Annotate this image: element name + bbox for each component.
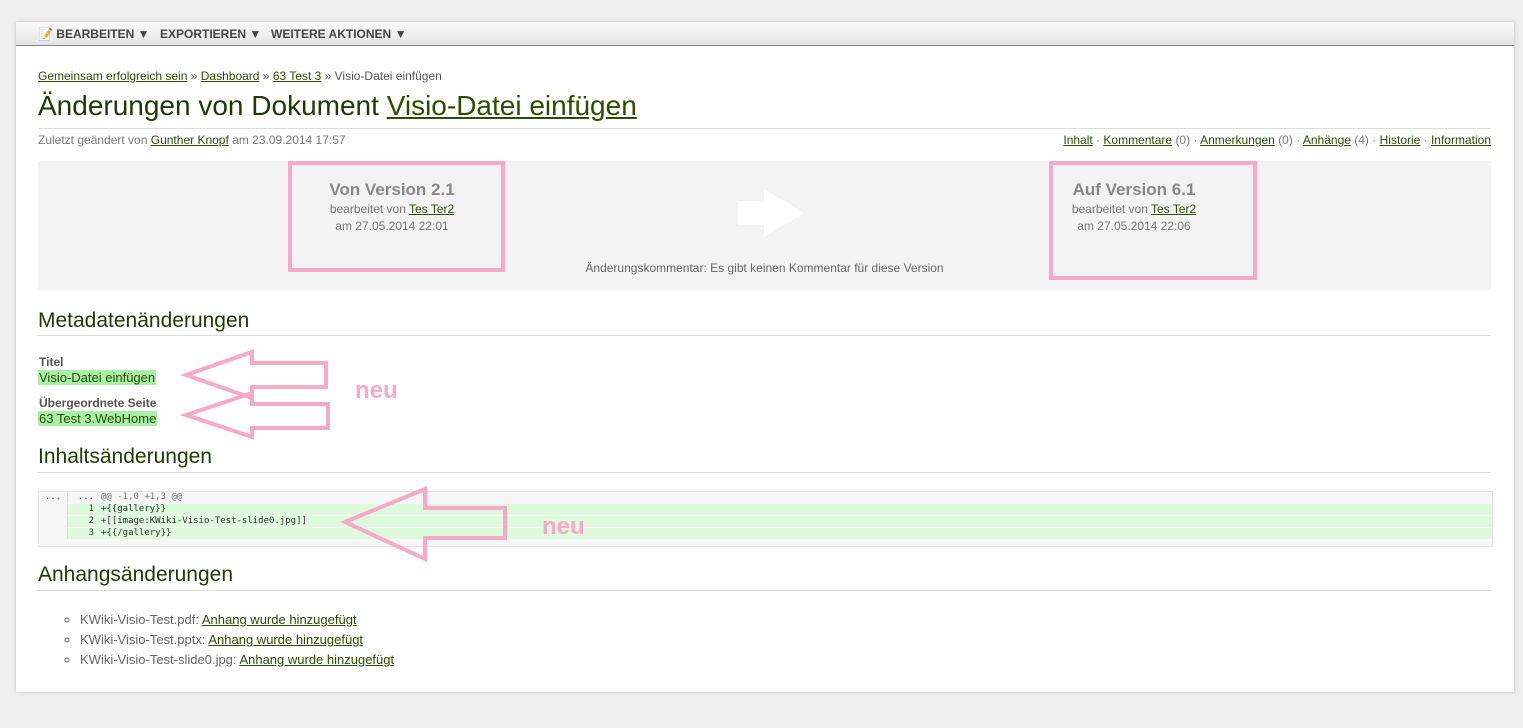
diff-row-added: 1 +{{gallery}} xyxy=(39,504,1492,515)
user-link[interactable]: Tes Ter2 xyxy=(1151,202,1196,216)
version-comparison: Von Version 2.1 bearbeitet von Tes Ter2 am… xyxy=(38,161,1491,290)
from-version: Von Version 2.1 bearbeitet von Tes Ter2 am… xyxy=(329,180,455,233)
field-value-added: 63 Test 3.WebHome xyxy=(38,411,158,426)
diff-row-added: 2 +[[image:KWiki-Visio-Test-slide0.jpg]] xyxy=(39,516,1492,527)
link-anmerkungen[interactable]: Anmerkungen xyxy=(1200,133,1275,147)
field-label: Titel xyxy=(39,355,64,369)
attachment-link[interactable]: Anhang wurde hinzugefügt xyxy=(202,612,357,627)
user-link[interactable]: Tes Ter2 xyxy=(409,202,454,216)
toolbar: 📝 BEARBEITEN ▼ EXPORTIEREN ▼ WEITERE AKT… xyxy=(16,22,1514,46)
change-comment: Änderungskommentar: Es gibt keinen Komme… xyxy=(585,261,944,275)
page-title: Änderungen von Dokument Visio-Datei einf… xyxy=(38,90,637,121)
breadcrumb-link[interactable]: Dashboard xyxy=(201,69,260,83)
edit-menu[interactable]: 📝 BEARBEITEN ▼ xyxy=(38,27,150,41)
document-links: Inhalt · Kommentare (0) · Anmerkungen (0… xyxy=(1063,133,1491,147)
annotation-label: neu xyxy=(355,377,398,404)
breadcrumb-link[interactable]: Gemeinsam erfolgreich sein xyxy=(38,69,187,83)
attachment-link[interactable]: Anhang wurde hinzugefügt xyxy=(208,632,363,647)
last-modified: Zuletzt geändert von Gunther Knopf am 23… xyxy=(38,133,346,147)
more-actions-menu[interactable]: WEITERE AKTIONEN ▼ xyxy=(271,27,406,41)
link-historie[interactable]: Historie xyxy=(1380,133,1421,147)
page-card: 📝 BEARBEITEN ▼ EXPORTIEREN ▼ WEITERE AKT… xyxy=(16,22,1514,692)
divider xyxy=(38,335,1491,336)
export-menu[interactable]: EXPORTIEREN ▼ xyxy=(160,27,261,41)
to-version: Auf Version 6.1 bearbeitet von Tes Ter2 am… xyxy=(1071,180,1197,233)
divider xyxy=(38,128,1491,129)
list-item: KWiki-Visio-Test-slide0.jpg: Anhang wurd… xyxy=(80,650,394,670)
diff-row: ...... @@ -1,0 +1,3 @@ xyxy=(39,492,1492,503)
attachment-link[interactable]: Anhang wurde hinzugefügt xyxy=(239,652,394,667)
attachments-heading: Anhangsänderungen xyxy=(38,563,234,586)
breadcrumb-link[interactable]: 63 Test 3 xyxy=(273,69,321,83)
annotation-label: neu xyxy=(542,513,585,540)
divider xyxy=(38,472,1491,473)
arrow-right-icon xyxy=(738,189,804,237)
link-inhalt[interactable]: Inhalt xyxy=(1063,133,1092,147)
attachment-list: KWiki-Visio-Test.pdf: Anhang wurde hinzu… xyxy=(58,610,394,670)
document-link[interactable]: Visio-Datei einfügen xyxy=(387,90,637,121)
link-kommentare[interactable]: Kommentare xyxy=(1103,133,1172,147)
link-anhaenge[interactable]: Anhänge xyxy=(1303,133,1351,147)
field-value-added: Visio-Datei einfügen xyxy=(38,370,157,385)
caret-down-icon: ▼ xyxy=(137,27,150,41)
field-label: Übergeordnete Seite xyxy=(39,396,157,410)
diff-row-added: 3 +{{/gallery}} xyxy=(39,528,1492,539)
pencil-icon: 📝 xyxy=(38,27,53,41)
divider xyxy=(38,590,1491,591)
link-information[interactable]: Information xyxy=(1431,133,1491,147)
caret-down-icon: ▼ xyxy=(249,27,262,41)
content-heading: Inhaltsänderungen xyxy=(38,445,212,468)
author-link[interactable]: Gunther Knopf xyxy=(151,133,229,147)
metadata-heading: Metadatenänderungen xyxy=(38,309,250,332)
breadcrumb: Gemeinsam erfolgreich sein » Dashboard »… xyxy=(38,69,442,83)
content-diff: ...... @@ -1,0 +1,3 @@ 1 +{{gallery}} 2 +[[… xyxy=(38,491,1493,547)
list-item: KWiki-Visio-Test.pdf: Anhang wurde hinzu… xyxy=(80,610,394,630)
caret-down-icon: ▼ xyxy=(394,27,407,41)
list-item: KWiki-Visio-Test.pptx: Anhang wurde hinz… xyxy=(80,630,394,650)
